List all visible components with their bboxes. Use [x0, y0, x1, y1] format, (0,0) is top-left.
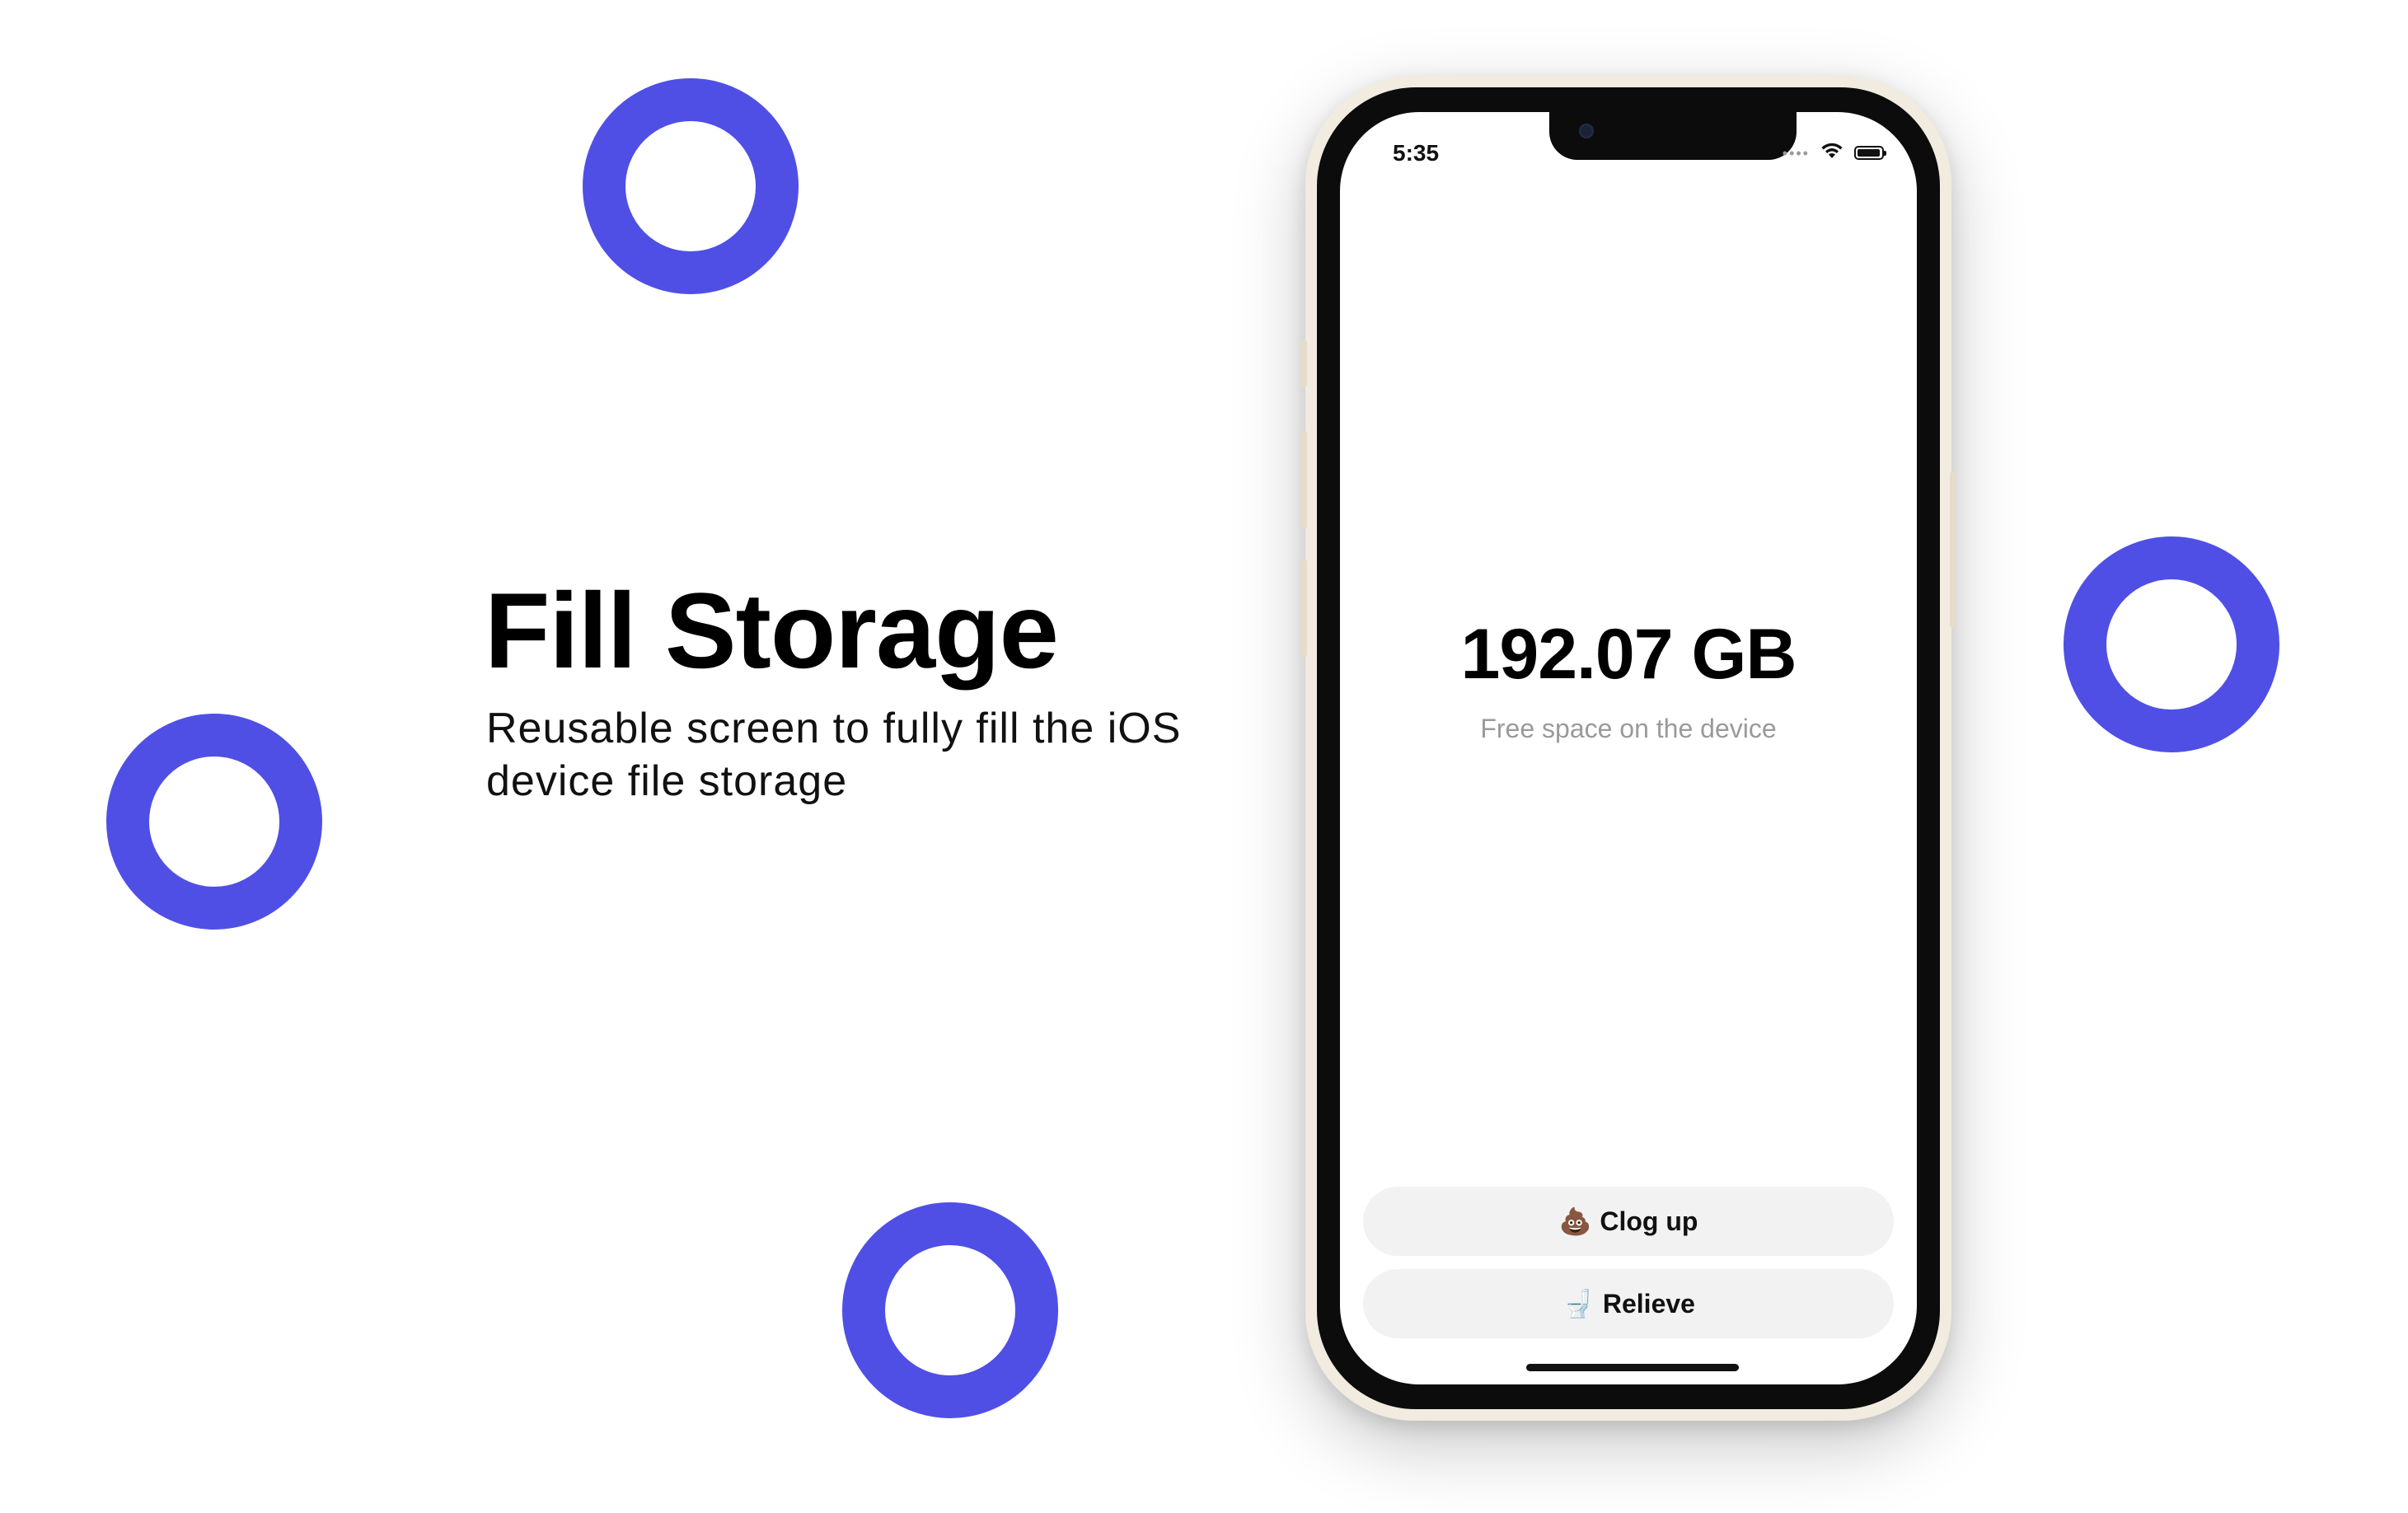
phone-side-button-silent [1300, 340, 1307, 387]
decorative-ring-left [106, 714, 322, 930]
poop-icon: 💩 [1558, 1206, 1592, 1236]
relieve-button[interactable]: 🚽 Relieve [1363, 1269, 1894, 1338]
cellular-signal-icon: •••• [1782, 144, 1810, 162]
free-space-value: 192.07 GB [1460, 615, 1797, 694]
phone-screen: 5:35 •••• 192.07 GB Free space on the de… [1340, 112, 1917, 1384]
clog-up-label: Clog up [1600, 1206, 1698, 1236]
battery-level [1858, 149, 1880, 157]
status-time: 5:35 [1393, 140, 1440, 166]
phone-side-button-volume-up [1300, 430, 1307, 529]
decorative-ring-top [583, 78, 799, 294]
battery-icon [1854, 146, 1886, 160]
clog-up-button[interactable]: 💩 Clog up [1363, 1187, 1894, 1256]
toilet-icon: 🚽 [1562, 1289, 1595, 1319]
phone-side-button-volume-down [1300, 559, 1307, 658]
notch [1549, 112, 1797, 160]
status-icons: •••• [1782, 142, 1886, 164]
relieve-label: Relieve [1602, 1288, 1695, 1319]
hero-subtitle: Reusable screen to fully fill the iOS de… [486, 705, 1182, 805]
wifi-icon [1820, 142, 1844, 164]
phone-side-button-power [1950, 471, 1956, 628]
hero-title: Fill Storage [485, 570, 1059, 691]
decorative-ring-right [2064, 536, 2279, 752]
phone-bezel: 5:35 •••• 192.07 GB Free space on the de… [1317, 87, 1940, 1409]
home-indicator [1526, 1364, 1739, 1371]
decorative-ring-bottom [842, 1202, 1058, 1418]
front-camera-icon [1579, 124, 1594, 138]
phone-mockup: 5:35 •••• 192.07 GB Free space on the de… [1300, 76, 1956, 1421]
free-space-caption: Free space on the device [1480, 714, 1777, 743]
